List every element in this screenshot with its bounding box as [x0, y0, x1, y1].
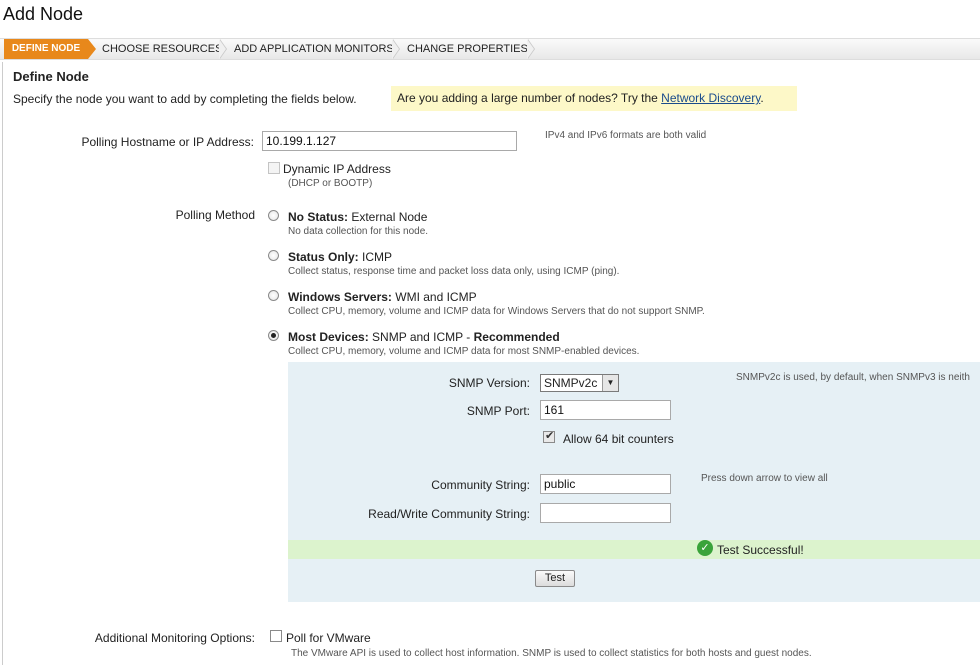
rw-community-string-label: Read/Write Community String: [368, 507, 530, 521]
option-no-status-rest: External Node [348, 210, 428, 224]
snmp-port-input[interactable] [540, 400, 671, 420]
allow-64bit-checkbox[interactable] [543, 429, 555, 443]
hostname-hint: IPv4 and IPv6 formats are both valid [545, 130, 707, 141]
community-string-label: Community String: [431, 478, 530, 492]
discovery-banner: Are you adding a large number of nodes? … [391, 86, 797, 111]
additional-monitoring-label: Additional Monitoring Options: [94, 631, 255, 645]
banner-text: Are you adding a large number of nodes? … [397, 91, 662, 105]
wizard-step-choose-resources[interactable]: CHOOSE RESOURCES [102, 39, 222, 59]
test-result-text: Test Successful! [717, 543, 804, 557]
chevron-right-icon [219, 39, 227, 59]
poll-vmware-label: Poll for VMware [286, 631, 371, 645]
option-status-only-bold: Status Only: [288, 250, 359, 264]
community-string-input[interactable] [540, 474, 671, 494]
snmp-version-value: SNMPv2c [544, 376, 598, 390]
snmp-port-label: SNMP Port: [466, 404, 530, 418]
option-windows-servers: Windows Servers: WMI and ICMP [288, 290, 477, 304]
option-status-only: Status Only: ICMP [288, 250, 392, 264]
snmp-version-hint: SNMPv2c is used, by default, when SNMPv3… [736, 372, 970, 383]
option-windows-servers-bold: Windows Servers: [288, 290, 392, 304]
option-no-status: No Status: External Node [288, 210, 427, 224]
wizard-step-add-application-monitors[interactable]: ADD APPLICATION MONITORS [234, 39, 394, 59]
option-no-status-bold: No Status: [288, 210, 348, 224]
chevron-right-icon [527, 39, 535, 59]
wizard-steps: DEFINE NODE CHOOSE RESOURCES ADD APPLICA… [0, 38, 980, 60]
allow-64bit-label: Allow 64 bit counters [563, 432, 674, 446]
option-most-devices-rest: SNMP and ICMP - [368, 330, 474, 344]
option-no-status-desc: No data collection for this node. [288, 226, 429, 237]
chevron-right-icon [392, 39, 400, 59]
option-most-devices-bold: Most Devices: [288, 330, 369, 344]
option-most-devices: Most Devices: SNMP and ICMP - Recommende… [288, 330, 560, 344]
page-title: Add Node [3, 4, 84, 24]
hostname-input[interactable] [262, 131, 517, 151]
poll-vmware-desc: The VMware API is used to collect host i… [291, 648, 812, 659]
test-result-bar [288, 540, 980, 559]
option-status-only-desc: Collect status, response time and packet… [288, 266, 620, 277]
option-windows-servers-rest: WMI and ICMP [391, 290, 477, 304]
radio-no-status[interactable] [268, 210, 279, 221]
option-windows-servers-desc: Collect CPU, memory, volume and ICMP dat… [288, 306, 705, 317]
option-most-devices-recommended: Recommended [473, 330, 560, 344]
wizard-step-change-properties[interactable]: CHANGE PROPERTIES [407, 39, 528, 59]
section-intro: Specify the node you want to add by comp… [13, 92, 357, 106]
radio-windows-servers[interactable] [268, 290, 279, 301]
option-most-devices-desc: Collect CPU, memory, volume and ICMP dat… [288, 346, 640, 357]
test-button[interactable]: Test [535, 570, 575, 587]
poll-vmware-checkbox[interactable] [270, 630, 282, 642]
hostname-label: Polling Hostname or IP Address: [81, 135, 254, 149]
check-circle-icon: ✓ [697, 540, 713, 556]
dynamic-ip-sub: (DHCP or BOOTP) [288, 178, 373, 189]
polling-method-label: Polling Method [175, 208, 255, 222]
option-status-only-rest: ICMP [358, 250, 393, 264]
radio-status-only[interactable] [268, 250, 279, 261]
chevron-down-icon[interactable]: ▼ [602, 375, 618, 391]
snmp-version-select[interactable]: SNMPv2c ▼ [540, 374, 619, 392]
radio-most-devices[interactable] [268, 330, 279, 341]
snmp-version-label: SNMP Version: [448, 376, 530, 390]
network-discovery-link[interactable]: Network Discovery [661, 91, 760, 105]
section-title: Define Node [13, 69, 89, 84]
rw-community-string-input[interactable] [540, 503, 671, 523]
wizard-step-define-node[interactable]: DEFINE NODE [4, 39, 96, 59]
dynamic-ip-label: Dynamic IP Address [283, 162, 391, 176]
community-string-hint: Press down arrow to view all [701, 473, 828, 484]
banner-suffix: . [760, 91, 764, 105]
left-border [2, 62, 3, 665]
dynamic-ip-checkbox[interactable] [268, 162, 280, 174]
